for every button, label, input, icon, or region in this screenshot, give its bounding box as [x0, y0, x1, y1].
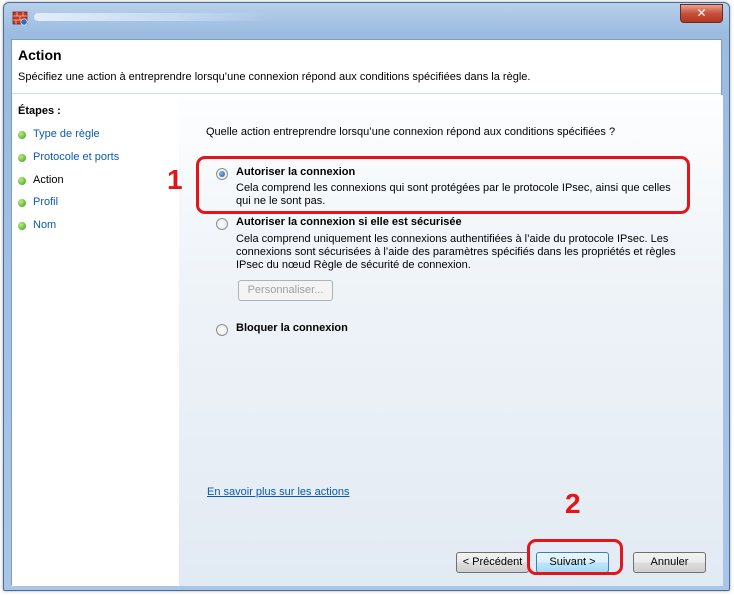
radio-block-connection[interactable] [216, 324, 228, 336]
step-bullet-icon [18, 177, 26, 185]
learn-more-link[interactable]: En savoir plus sur les actions [207, 486, 349, 498]
step-bullet-icon [18, 222, 26, 230]
option-allow-secure-title[interactable]: Autoriser la connexion si elle est sécur… [236, 216, 462, 228]
wizard-header: Action Spécifiez une action à entreprend… [12, 40, 721, 94]
cancel-button[interactable]: Annuler [633, 552, 706, 573]
customize-button[interactable]: Personnaliser... [238, 280, 333, 301]
step-bullet-icon [18, 154, 26, 162]
steps-heading: Étapes : [18, 105, 61, 117]
wizard-client-area: Action Spécifiez une action à entreprend… [11, 39, 723, 586]
page-description: Spécifiez une action à entreprendre lors… [18, 71, 531, 83]
step-bullet-icon [18, 199, 26, 207]
wizard-window: ✕ Action Spécifiez une action à entrepre… [3, 2, 730, 591]
callout-number-1: 1 [167, 164, 183, 195]
step-label: Profil [33, 196, 59, 208]
option-block-title[interactable]: Bloquer la connexion [236, 322, 348, 334]
step-label: Nom [33, 219, 57, 231]
step-label: Protocole et ports [33, 151, 120, 163]
close-button[interactable]: ✕ [680, 4, 723, 23]
highlight-allow-option [196, 156, 690, 214]
page-title: Action [18, 47, 62, 63]
window-title-blurred [34, 13, 269, 21]
step-label: Type de règle [33, 128, 100, 140]
steps-pane: Étapes : Type de règle Protocole et port… [12, 95, 179, 586]
step-bullet-icon [18, 131, 26, 139]
radio-allow-if-secure[interactable] [216, 218, 228, 230]
action-question: Quelle action entreprendre lorsqu’une co… [206, 126, 616, 138]
step-label: Action [33, 174, 64, 186]
highlight-next-button [527, 539, 623, 575]
back-button[interactable]: < Précédent [456, 552, 529, 573]
firewall-app-icon [12, 11, 28, 26]
title-bar[interactable]: ✕ [4, 3, 729, 39]
option-allow-secure-description: Cela comprend uniquement les connexions … [236, 233, 676, 271]
callout-number-2: 2 [565, 488, 581, 519]
